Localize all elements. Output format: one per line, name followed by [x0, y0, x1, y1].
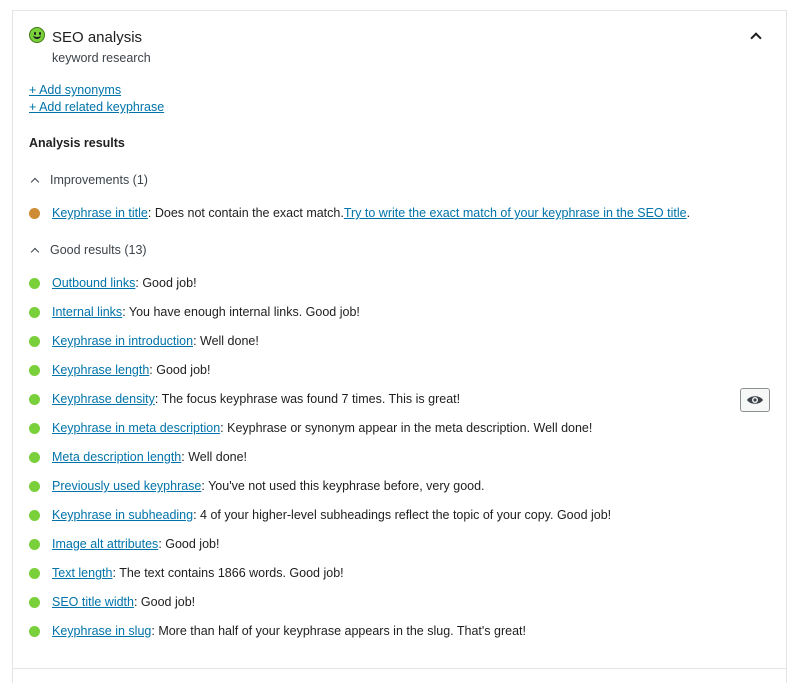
highlight-keyphrase-button[interactable] — [740, 388, 770, 412]
list-item: Keyphrase in subheading : 4 of your high… — [29, 508, 611, 522]
result-link[interactable]: Keyphrase length — [52, 363, 149, 377]
list-item: Internal links : You have enough interna… — [29, 305, 360, 319]
good-results-label: Good results (13) — [50, 243, 147, 257]
result-text: : Well done! — [193, 334, 259, 348]
add-related-keyphrase-link[interactable]: + Add related keyphrase — [29, 100, 164, 114]
green-bullet-icon — [29, 364, 40, 376]
good-results-toggle[interactable]: Good results (13) — [29, 243, 147, 257]
result-text: : Does not contain the exact match. — [147, 206, 344, 220]
result-link[interactable]: Previously used keyphrase — [52, 479, 201, 493]
panel-divider — [12, 668, 787, 669]
result-link[interactable]: Text length — [52, 566, 112, 580]
result-text: : More than half of your keyphrase appea… — [151, 624, 526, 638]
green-bullet-icon — [29, 625, 40, 637]
result-link[interactable]: Keyphrase in introduction — [52, 334, 193, 348]
green-bullet-icon — [29, 509, 40, 521]
result-help-link[interactable]: Try to write the exact match of your key… — [344, 206, 687, 220]
result-link[interactable]: Keyphrase in slug — [52, 624, 151, 638]
result-text: : You have enough internal links. Good j… — [122, 305, 360, 319]
result-text: : Good job! — [149, 363, 211, 377]
improvements-toggle[interactable]: Improvements (1) — [29, 173, 148, 187]
chevron-up-icon — [30, 247, 40, 256]
result-text: : Good job! — [158, 537, 220, 551]
list-item: Image alt attributes : Good job! — [29, 537, 219, 551]
list-item: Meta description length : Well done! — [29, 450, 247, 464]
list-item: SEO title width : Good job! — [29, 595, 195, 609]
result-text: : You've not used this keyphrase before,… — [201, 479, 485, 493]
green-bullet-icon — [29, 538, 40, 550]
result-link[interactable]: Image alt attributes — [52, 537, 158, 551]
result-text: : Good job! — [133, 595, 196, 609]
result-link[interactable]: Keyphrase in subheading — [52, 508, 193, 522]
list-item-improvement: Keyphrase in title : Does not contain th… — [29, 206, 690, 220]
list-item: Previously used keyphrase : You've not u… — [29, 479, 485, 493]
green-bullet-icon — [29, 335, 40, 347]
list-item: Text length : The text contains 1866 wor… — [29, 566, 344, 580]
result-link[interactable]: Internal links — [52, 305, 122, 319]
result-link[interactable]: Keyphrase in meta description — [52, 421, 220, 435]
list-item: Keyphrase length : Good job! — [29, 363, 210, 377]
result-text: : 4 of your higher-level subheadings ref… — [193, 508, 612, 522]
green-bullet-icon — [29, 596, 40, 608]
green-bullet-icon — [29, 480, 40, 492]
result-link[interactable]: Outbound links — [52, 276, 135, 290]
result-link[interactable]: SEO title width — [52, 595, 134, 609]
analysis-results-heading: Analysis results — [29, 136, 125, 150]
add-synonyms-link[interactable]: + Add synonyms — [29, 83, 121, 97]
result-text-end: . — [686, 206, 691, 220]
green-bullet-icon — [29, 567, 40, 579]
result-link[interactable]: Meta description length — [52, 450, 181, 464]
focus-keyphrase: keyword research — [52, 51, 151, 65]
result-link[interactable]: Keyphrase in title — [52, 206, 148, 220]
result-text: : The text contains 1866 words. Good job… — [112, 566, 344, 580]
improvements-label: Improvements (1) — [50, 173, 148, 187]
smiley-icon — [29, 27, 45, 43]
green-bullet-icon — [29, 451, 40, 463]
result-link[interactable]: Keyphrase density — [52, 392, 155, 406]
green-bullet-icon — [29, 306, 40, 318]
list-item: Keyphrase in slug : More than half of yo… — [29, 624, 526, 638]
orange-bullet-icon — [29, 207, 40, 219]
result-text: : Well done! — [181, 450, 248, 464]
green-bullet-icon — [29, 422, 40, 434]
panel-title[interactable]: SEO analysis — [52, 29, 142, 46]
list-item: Keyphrase in meta description : Keyphras… — [29, 421, 592, 435]
result-text: : Keyphrase or synonym appear in the met… — [220, 421, 593, 435]
result-text: : The focus keyphrase was found 7 times.… — [154, 392, 461, 406]
eye-icon — [747, 396, 763, 404]
chevron-up-icon — [30, 177, 40, 186]
list-item: Keyphrase in introduction : Well done! — [29, 334, 259, 348]
green-bullet-icon — [29, 277, 40, 289]
result-text: : Good job! — [135, 276, 197, 290]
green-bullet-icon — [29, 393, 40, 405]
list-item: Outbound links : Good job! — [29, 276, 197, 290]
list-item: Keyphrase density : The focus keyphrase … — [29, 392, 460, 406]
